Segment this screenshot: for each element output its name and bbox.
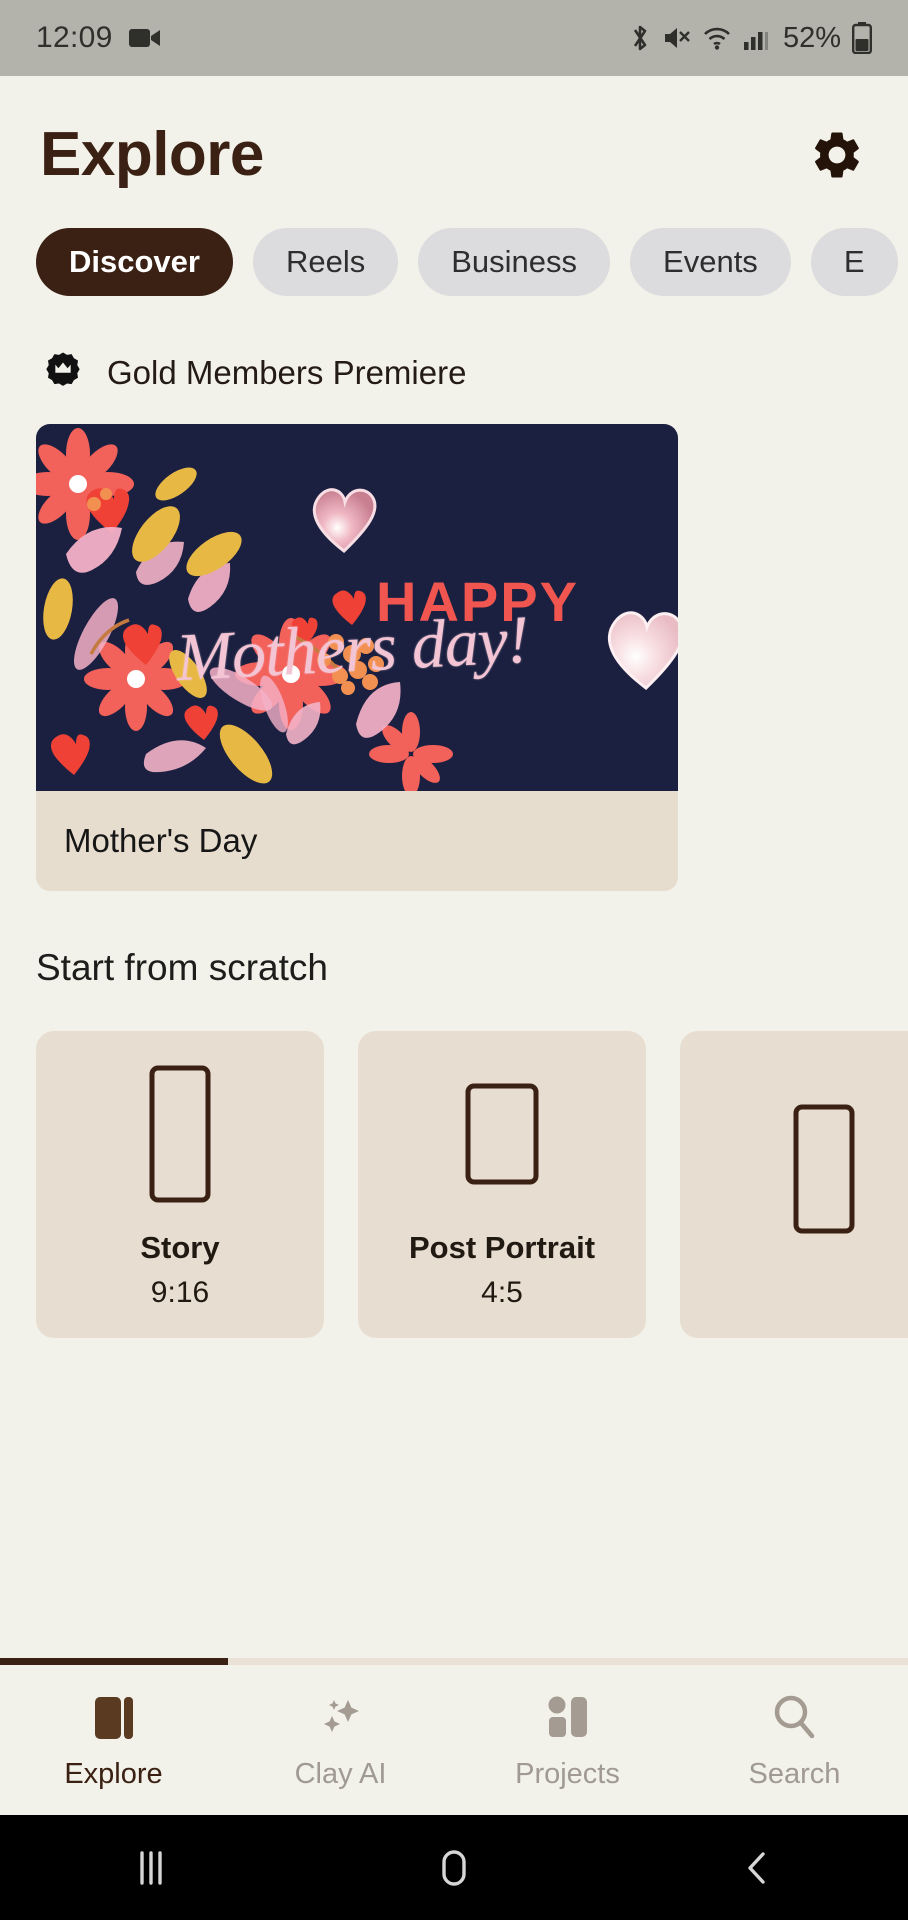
- format-name: Post Portrait: [408, 1229, 596, 1265]
- app-screen: 12:09 52% Explore Discover Reels Busines…: [0, 0, 908, 1920]
- nav-label: Projects: [515, 1757, 620, 1790]
- format-card-partial-next[interactable]: [680, 1031, 908, 1338]
- status-bar-right: 52%: [628, 22, 872, 55]
- bottom-navigation-bar[interactable]: Explore Clay AI Projects Search: [0, 1665, 908, 1815]
- explore-book-icon: [90, 1690, 138, 1744]
- search-icon: [769, 1690, 821, 1744]
- nav-item-search[interactable]: Search: [681, 1690, 908, 1791]
- format-card-row[interactable]: Story 9:16 Post Portrait 4:5: [0, 989, 908, 1338]
- gear-icon: [809, 127, 865, 183]
- heart-decoration-large-icon: [607, 611, 678, 690]
- scroll-thumb[interactable]: [0, 1658, 228, 1665]
- format-card-post-portrait[interactable]: Post Portrait 4:5: [358, 1031, 646, 1338]
- battery-percent: 52%: [782, 21, 841, 54]
- nav-item-clay-ai[interactable]: Clay AI: [227, 1690, 454, 1791]
- format-card-story[interactable]: Story 9:16: [36, 1031, 324, 1338]
- cellular-signal-icon: [743, 24, 769, 52]
- featured-template-card[interactable]: HAPPY Mothers day! Mother's Day: [36, 424, 678, 891]
- status-bar: 12:09 52%: [0, 0, 908, 76]
- chip-discover[interactable]: Discover: [36, 228, 233, 296]
- home-icon[interactable]: [303, 1846, 606, 1890]
- status-time: 12:09: [36, 21, 113, 54]
- wifi-icon: [702, 24, 732, 52]
- portrait-frame-icon: [141, 1060, 219, 1208]
- projects-grid-icon: [544, 1690, 592, 1744]
- recents-icon[interactable]: [0, 1847, 303, 1889]
- format-ratio: 9:16: [150, 1275, 210, 1309]
- android-system-navigation[interactable]: [0, 1815, 908, 1920]
- chip-events[interactable]: Events: [630, 228, 791, 296]
- nav-item-projects[interactable]: Projects: [454, 1690, 681, 1791]
- category-chip-row[interactable]: Discover Reels Business Events E: [0, 194, 908, 296]
- nav-label: Search: [748, 1757, 841, 1790]
- gold-badge-crown-icon: [40, 350, 86, 396]
- status-bar-left: 12:09: [36, 21, 161, 55]
- nav-item-explore[interactable]: Explore: [0, 1690, 227, 1791]
- nav-label: Clay AI: [294, 1757, 387, 1790]
- gold-members-label: Gold Members Premiere: [107, 354, 467, 391]
- portrait-frame-icon: [785, 1095, 863, 1243]
- gold-members-section-header: Gold Members Premiere: [0, 296, 908, 396]
- sparkles-icon: [315, 1690, 367, 1744]
- format-ratio: 4:5: [481, 1275, 523, 1309]
- start-from-scratch-heading: Start from scratch: [36, 947, 328, 988]
- featured-card-caption: Mother's Day: [64, 822, 258, 859]
- chip-partial-next[interactable]: E: [810, 228, 898, 296]
- page-title: Explore: [40, 120, 264, 189]
- bluetooth-icon: [628, 23, 652, 53]
- heart-decoration-icon: [312, 488, 377, 553]
- format-name: Story: [140, 1229, 220, 1265]
- portrait-frame-icon: [457, 1060, 547, 1208]
- settings-button[interactable]: [806, 124, 868, 186]
- battery-icon: [852, 22, 872, 54]
- chip-reels[interactable]: Reels: [252, 228, 399, 296]
- video-recording-icon: [128, 26, 161, 50]
- nav-label: Explore: [64, 1757, 163, 1790]
- app-header: Explore: [0, 76, 908, 194]
- chip-business[interactable]: Business: [418, 228, 611, 296]
- back-icon[interactable]: [605, 1846, 908, 1890]
- page-scroll-indicator[interactable]: [0, 1658, 908, 1665]
- featured-banner-image: HAPPY Mothers day!: [36, 424, 678, 791]
- mute-icon: [663, 24, 691, 52]
